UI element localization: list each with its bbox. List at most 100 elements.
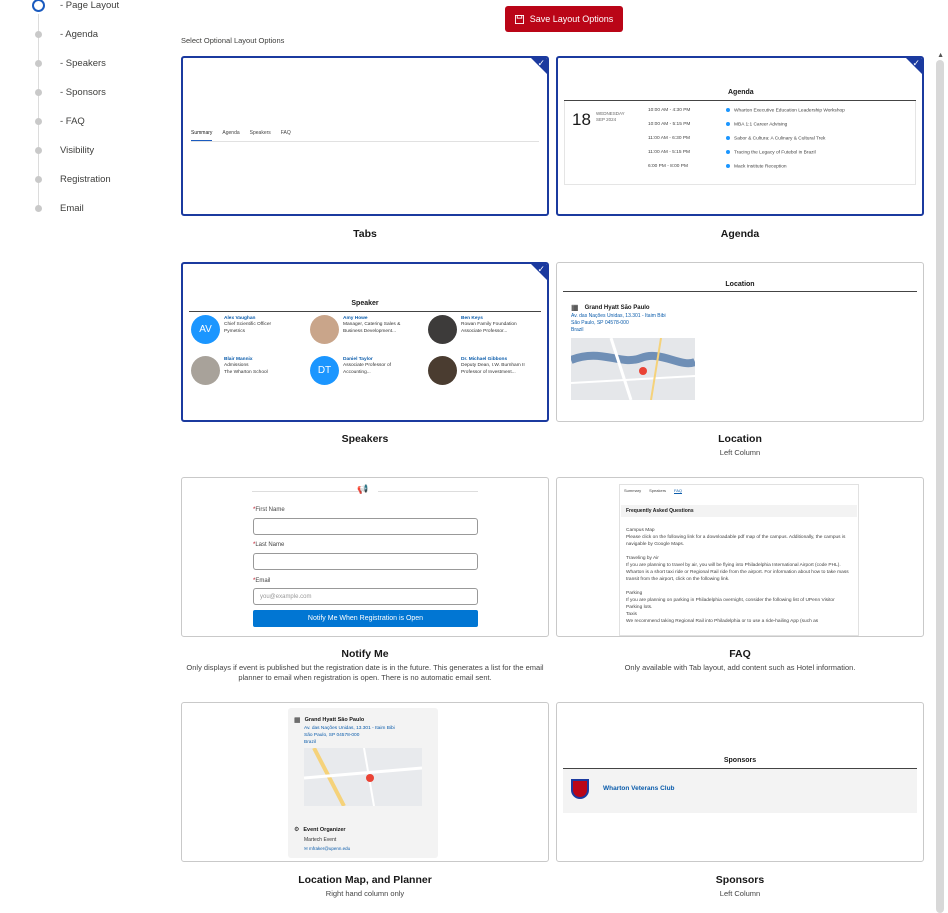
step-dot-icon [35,88,42,96]
speaker-org: Professor of Investment... [461,369,516,375]
step-email[interactable]: Email [28,200,84,216]
venue-address: Av. das Nações Unidas, 13.301 - Itaim Bi… [571,313,666,334]
speaker-name: Ben Keys [461,316,483,321]
faq-line: If you are planning to travel by air, yo… [626,563,849,582]
step-sponsors[interactable]: - Sponsors [28,84,106,100]
faq-line: Traveling by Air [626,556,659,561]
step-dot-icon [35,117,42,125]
agenda-card-title: Agenda [720,228,760,240]
agenda-event: Tracing the Legacy of Futebol in Brazil [726,150,816,155]
venue-address: Av. das Nações Unidas, 13.301 - Itaim Bi… [304,725,395,746]
faq-option-card[interactable]: Summary Speakers FAQ Frequently Asked Qu… [556,477,924,637]
scroll-up-icon[interactable]: ▲ [937,52,944,59]
agenda-event: Mack Institute Reception [726,164,787,169]
step-label: Visibility [60,144,95,156]
notify-me-option-card[interactable]: 📢 *First Name *Last Name *Email you@exam… [181,477,549,637]
tabs-preview: Summary Agenda Speakers FAQ [191,130,539,142]
sponsors-card-subtitle: Left Column [719,889,761,898]
speaker-role: Manager, Catering Sales & [343,322,401,327]
speaker-name: Daniel Taylor [343,357,373,362]
location-card-subtitle: Left Column [719,448,761,457]
map-preview [571,338,695,400]
speaker-name: Blair Mannix [224,357,253,362]
tabs-card-title: Tabs [353,228,377,240]
speaker-name: Dr. Michael Gibbons [461,357,508,362]
organizer-label: Event Organizer [303,826,346,833]
notify-me-preview-button: Notify Me When Registration is Open [253,610,478,627]
map-planner-card-subtitle: Right hand column only [325,889,405,898]
avatar [310,315,339,344]
building-icon: ▦ [571,303,579,312]
address-line: Brazil [571,327,584,333]
preview-tab: Speakers [249,130,271,136]
step-dot-icon [35,204,42,212]
location-option-card[interactable]: Location ▦ Grand Hyatt São Paulo Av. das… [556,262,924,422]
organizer-name: Martech Event [304,837,337,843]
step-faq[interactable]: - FAQ [28,113,85,129]
divider [189,311,541,312]
step-page-layout[interactable]: - Page Layout [28,0,119,13]
faq-heading: Frequently Asked Questions [621,505,857,517]
tabs-option-card[interactable]: ✓ Summary Agenda Speakers FAQ [181,56,549,216]
save-icon [514,14,524,24]
step-dot-icon [35,59,42,67]
speaker-org: The Wharton School [224,369,268,375]
location-preview-title: Location [725,281,755,288]
building-icon: ▦ [294,717,301,724]
sponsors-preview-title: Sponsors [723,757,757,764]
faq-line: Taxis [626,612,637,617]
notify-card-subtitle: Only displays if event is published but … [186,663,544,682]
agenda-event: MBA 1:1 Career Advising [726,122,787,127]
agenda-event-text: Wharton Executive Education Leadership W… [734,108,845,114]
email-field: you@example.com [253,588,478,605]
speakers-option-card[interactable]: ✓ Speaker AV Alex Vaughan Chief Scientifi… [181,262,549,422]
step-label: - Speakers [60,57,106,69]
speaker-name: Alex Vaughan [224,316,256,321]
speakers-card-title: Speakers [341,433,389,445]
agenda-time: 10:00 AM - 5:15 PM [648,122,691,127]
scrollbar[interactable] [936,60,944,913]
agenda-preview-title: Agenda [728,89,754,96]
faq-line: Please click on the following link for a… [626,535,846,547]
speaker-card: Ben Keys Rowan Family Foundation Associate… [428,315,517,344]
sponsors-option-card[interactable]: Sponsors Wharton Veterans Club [556,702,924,862]
faq-preview-tabs: Summary Speakers FAQ [624,488,683,494]
faq-line: Campus Map [626,528,655,533]
faq-line: We recommend taking Regional Rail into P… [626,619,819,624]
label-text: First Name [255,507,285,513]
speaker-name: Amy Howe [343,316,368,321]
checkmark-icon: ✓ [537,58,545,68]
agenda-time: 6:00 PM - 8:00 PM [648,164,688,169]
save-layout-button[interactable]: Save Layout Options [505,6,623,32]
step-dot-icon [35,30,42,38]
agenda-event-text: Tracing the Legacy of Futebol in Brazil [734,150,816,156]
preview-tab: FAQ [674,488,683,494]
agenda-time: 11:00 AM - 6:30 PM [648,136,691,141]
step-visibility[interactable]: Visibility [28,142,94,158]
map-planner-card-title: Location Map, and Planner [298,874,432,886]
speaker-org: Pymetrics [224,328,246,334]
speaker-card: Amy Howe Manager, Catering Sales & Busines… [310,315,400,344]
map-planner-option-card[interactable]: ▦ Grand Hyatt São Paulo Av. das Nações U… [181,702,549,862]
organizer-email: mfraker@upenn.edu [309,846,351,851]
avatar [428,356,457,385]
address-line: São Paulo, SP 04578-000 [304,733,360,738]
agenda-option-card[interactable]: ✓ Agenda 18 WEDNESDAY SEP 2024 10:00 AM -… [556,56,924,216]
label-text: Last Name [255,542,285,548]
checkmark-icon: ✓ [537,264,545,274]
speaker-card: Dr. Michael Gibbons Deputy Dean, I.W. Bur… [428,356,525,385]
step-agenda[interactable]: - Agenda [28,26,98,42]
faq-preview: Summary Speakers FAQ Frequently Asked Qu… [619,484,859,636]
step-registration[interactable]: Registration [28,171,111,187]
layout-options-page: - Page Layout - Agenda - Speakers - Spon… [0,0,948,913]
speaker-role: Associate Professor of [343,363,391,368]
agenda-day: 18 [572,110,591,129]
speaker-org: Business Development... [343,328,397,334]
select-options-label: Select Optional Layout Options [181,36,285,45]
speaker-org: Accounting... [343,369,371,375]
sponsor-logo [571,779,589,799]
step-speakers[interactable]: - Speakers [28,55,106,71]
month-year-text: SEP 2024 [596,117,617,122]
agenda-event-text: Sabor & Cultura: A Culinary & Cultural T… [734,136,826,142]
speaker-card: AV Alex Vaughan Chief Scientific Officer P… [191,315,271,344]
